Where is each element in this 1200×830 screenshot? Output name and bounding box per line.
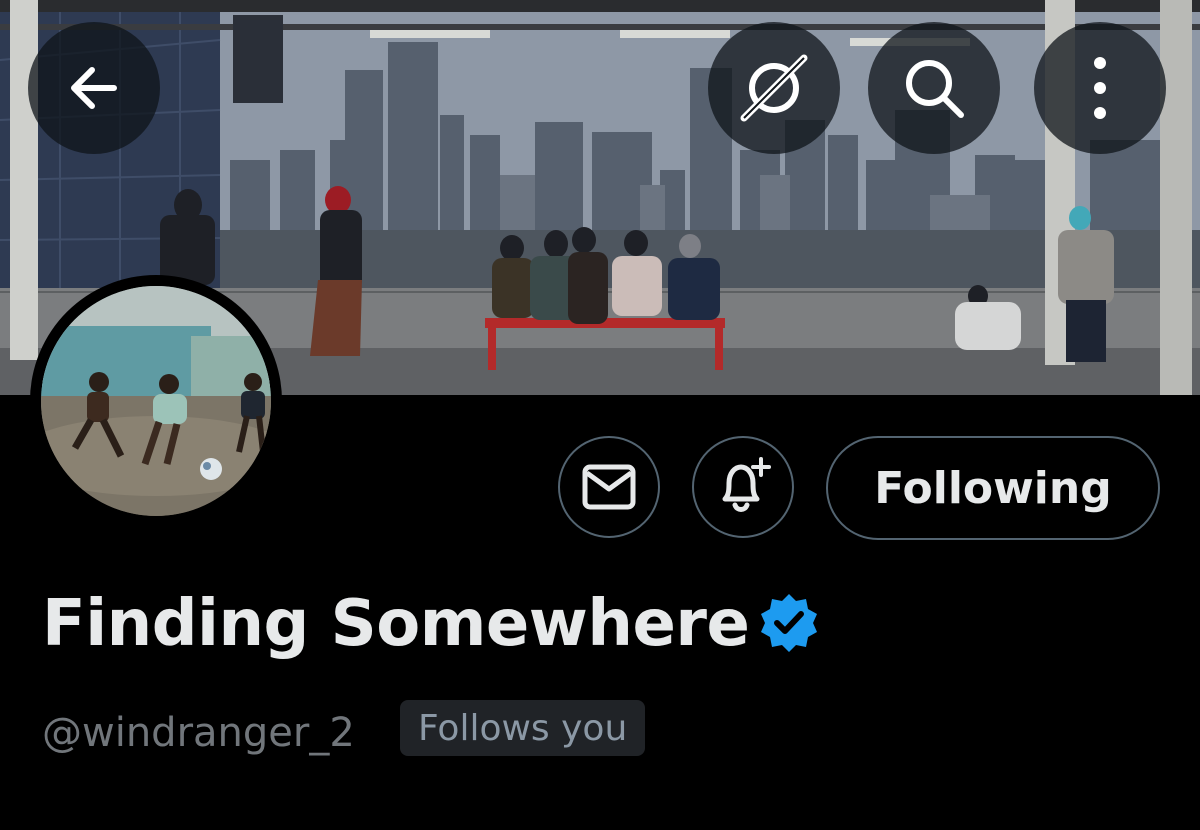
display-name: Finding Somewhere [42,587,750,661]
arrow-left-icon [71,67,117,109]
avatar[interactable] [30,275,282,527]
search-icon [906,60,964,118]
search-button[interactable] [868,22,1000,154]
back-button[interactable] [28,22,160,154]
avatar-image [41,286,271,516]
more-vertical-icon [1094,57,1106,119]
notifications-button[interactable] [692,436,794,538]
profile-handle: @windranger_2 [42,710,355,756]
following-button[interactable]: Following [826,436,1160,540]
bell-plus-icon [722,457,771,512]
grok-icon [740,54,808,122]
envelope-icon [582,464,636,510]
message-button[interactable] [558,436,660,538]
follows-you-badge: Follows you [400,700,646,756]
grok-button[interactable] [708,22,840,154]
more-options-button[interactable] [1034,22,1166,154]
verified-badge-icon [761,594,817,652]
